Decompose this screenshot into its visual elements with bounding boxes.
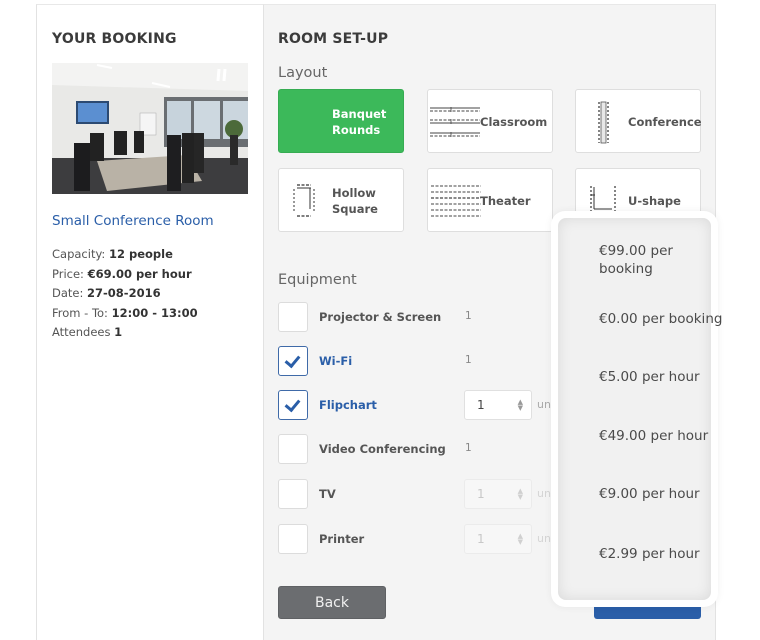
date-value: 27-08-2016 [87, 286, 161, 300]
setup-title: ROOM SET-UP [278, 31, 389, 47]
price-row: Price: €69.00 per hour [52, 265, 198, 285]
price-overlay: €99.00 per booking €0.00 per booking €5.… [551, 211, 722, 607]
equipment-row-wifi: Wi-Fi 1 [278, 346, 578, 378]
layout-label-line2: Rounds [332, 123, 381, 137]
time-value: 12:00 - 13:00 [111, 305, 198, 320]
layout-label-line1: Hollow [332, 186, 376, 200]
layout-option-conference[interactable]: Conference [575, 89, 702, 153]
equipment-name: Video Conferencing [319, 442, 446, 456]
date-row: Date: 27-08-2016 [52, 284, 198, 304]
layout-option-label: Banquet Rounds [332, 106, 386, 138]
capacity-value: 12 people [108, 247, 173, 261]
equipment-row-video-conferencing: Video Conferencing 1 [278, 434, 578, 466]
spinner-arrows-icon[interactable]: ▲ ▼ [518, 488, 523, 501]
booking-summary-panel: YOUR BOOKING Small Conference Room Capac… [36, 4, 263, 640]
attendees-value: 1 [114, 325, 123, 339]
price-label: Price: [52, 266, 84, 281]
equipment-qty: 1 [465, 442, 472, 454]
price-item: €5.00 per hour [599, 369, 700, 385]
equipment-row-flipchart: Flipchart 1 ▲▼ units [278, 390, 578, 422]
quantity-value: 1 [477, 487, 485, 501]
equipment-row-projector-screen: Projector & Screen 1 [278, 302, 578, 334]
price-item: €0.00 per booking [599, 311, 723, 327]
flipchart-checkbox[interactable] [278, 390, 308, 420]
capacity-label: Capacity: [52, 247, 106, 261]
printer-checkbox[interactable] [278, 524, 308, 554]
hollow-square-layout-icon [293, 183, 321, 222]
wifi-checkbox[interactable] [278, 346, 308, 376]
theater-layout-icon [430, 183, 482, 224]
layout-option-label: Conference [628, 115, 702, 129]
classroom-layout-icon [429, 105, 481, 142]
tv-quantity-stepper[interactable]: 1 ▲ ▼ [464, 479, 532, 509]
price-item: €49.00 per hour [599, 428, 709, 444]
price-item: €2.99 per hour [599, 546, 700, 562]
equipment-row-printer: Printer 1 ▲▼ units [278, 524, 578, 556]
attendees-row: Attendees 1 [52, 323, 198, 343]
date-label: Date: [52, 286, 84, 300]
price-item: €99.00 per booking [599, 243, 673, 277]
equipment-name: Printer [319, 532, 365, 546]
layout-option-theater[interactable]: Theater [427, 168, 553, 232]
layout-label: Layout [278, 65, 328, 81]
equipment-row-tv: TV 1 ▲▼ units [278, 479, 578, 511]
layout-option-label: Theater [480, 194, 531, 208]
layout-option-label: Classroom [480, 115, 548, 129]
spinner-arrows-icon[interactable]: ▲ ▼ [518, 399, 523, 412]
booking-title: YOUR BOOKING [52, 31, 177, 47]
equipment-qty: 1 [465, 310, 472, 322]
printer-quantity-stepper[interactable]: 1 ▲ ▼ [464, 524, 532, 554]
room-name-link[interactable]: Small Conference Room [52, 213, 214, 229]
price-list: €99.00 per booking €0.00 per booking €5.… [558, 218, 722, 600]
equipment-label: Equipment [278, 272, 357, 288]
equipment-qty: 1 [465, 354, 472, 366]
video-conferencing-checkbox[interactable] [278, 434, 308, 464]
equipment-name: Flipchart [319, 398, 377, 412]
spinner-arrows-icon[interactable]: ▲ ▼ [518, 533, 523, 546]
price-item: €9.00 per hour [599, 486, 700, 502]
equipment-name: Projector & Screen [319, 310, 442, 324]
conference-layout-icon [596, 101, 612, 148]
room-photo [52, 63, 248, 194]
layout-option-hollow-square[interactable]: Hollow Square [278, 168, 404, 232]
capacity-row: Capacity: 12 people [52, 245, 198, 265]
equipment-name: TV [319, 487, 336, 501]
attendees-label: Attendees [52, 325, 111, 339]
time-label: From - To: [52, 305, 108, 320]
projector-screen-checkbox[interactable] [278, 302, 308, 332]
layout-option-label: U-shape [628, 194, 681, 208]
quantity-value: 1 [477, 398, 485, 412]
layout-option-classroom[interactable]: Classroom [427, 89, 553, 153]
layout-option-banquet-rounds[interactable]: Banquet Rounds [278, 89, 404, 153]
equipment-name: Wi-Fi [319, 354, 353, 368]
booking-details: Capacity: 12 people Price: €69.00 per ho… [52, 245, 198, 343]
tv-checkbox[interactable] [278, 479, 308, 509]
layout-option-label: Hollow Square [332, 185, 378, 217]
time-row: From - To: 12:00 - 13:00 [52, 304, 198, 324]
layout-label-line1: Banquet [332, 107, 387, 121]
back-button[interactable]: Back [278, 586, 386, 619]
price-value: €69.00 per hour [87, 266, 192, 281]
quantity-value: 1 [477, 532, 485, 546]
layout-label-line2: Square [332, 202, 378, 216]
flipchart-quantity-stepper[interactable]: 1 ▲ ▼ [464, 390, 532, 420]
